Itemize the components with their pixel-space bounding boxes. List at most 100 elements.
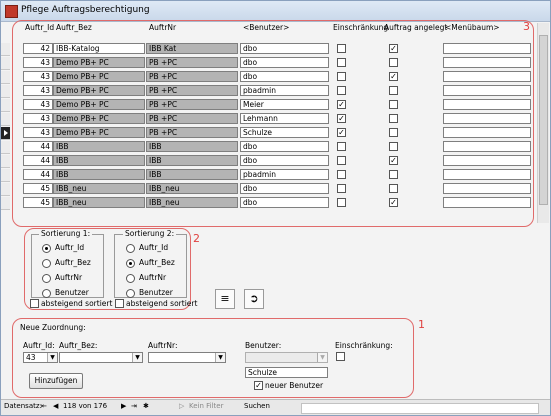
cell-auftr-bez[interactable]: IBB-Katalog <box>53 43 145 54</box>
cell-auftrnr[interactable]: PB +PC <box>146 113 238 124</box>
cell-benutzer[interactable]: dbo <box>240 155 329 166</box>
close-form-button[interactable]: ➲ <box>244 289 264 309</box>
row-selector[interactable] <box>1 127 10 140</box>
row-selector[interactable] <box>1 169 10 182</box>
cell-auftrnr[interactable]: PB +PC <box>146 99 238 110</box>
cell-auftr-id[interactable]: 43 <box>23 85 53 96</box>
cell-auftr-id[interactable]: 43 <box>23 71 53 82</box>
cell-auftrnr[interactable]: PB +PC <box>146 127 238 138</box>
sort2-radio[interactable] <box>126 244 135 253</box>
sort1-radio[interactable] <box>42 259 51 268</box>
cell-benutzer[interactable]: dbo <box>240 141 329 152</box>
sort1-radio[interactable] <box>42 289 51 298</box>
new-user-input[interactable]: Schulze <box>245 367 328 378</box>
cell-auftr-id[interactable]: 43 <box>23 127 53 138</box>
cell-auftr-id[interactable]: 43 <box>23 99 53 110</box>
cell-auftr-id[interactable]: 44 <box>23 155 53 166</box>
cell-angelegt-checkbox[interactable] <box>389 142 398 151</box>
cell-einschraenkung-checkbox[interactable] <box>337 72 346 81</box>
cell-auftr-bez[interactable]: Demo PB+ PC <box>53 85 145 96</box>
cell-angelegt-checkbox[interactable] <box>389 128 398 137</box>
cell-auftr-id[interactable]: 42 <box>23 43 53 54</box>
cell-angelegt-checkbox[interactable] <box>389 114 398 123</box>
filter-status[interactable]: Kein Filter <box>189 402 224 410</box>
next-record-icon[interactable]: ▶ <box>121 402 126 410</box>
row-selector[interactable] <box>1 85 10 98</box>
cell-einschraenkung-checkbox[interactable]: ✓ <box>337 128 346 137</box>
col-header-auftrag-angelegt[interactable]: Auftrag angelegt <box>384 23 447 32</box>
cell-angelegt-checkbox[interactable] <box>389 100 398 109</box>
row-selector[interactable] <box>1 113 10 126</box>
cell-menuebaum[interactable] <box>443 85 531 96</box>
cell-angelegt-checkbox[interactable]: ✓ <box>389 198 398 207</box>
cell-angelegt-checkbox[interactable] <box>389 58 398 67</box>
cell-menuebaum[interactable] <box>443 57 531 68</box>
cell-angelegt-checkbox[interactable]: ✓ <box>389 72 398 81</box>
cell-menuebaum[interactable] <box>443 127 531 138</box>
cell-auftr-bez[interactable]: Demo PB+ PC <box>53 71 145 82</box>
cell-auftrnr[interactable]: IBB_neu <box>146 183 238 194</box>
col-header-einschraenkung[interactable]: Einschränkung <box>333 23 388 32</box>
scrollbar-thumb[interactable] <box>539 35 548 205</box>
cell-benutzer[interactable]: dbo <box>240 197 329 208</box>
cell-menuebaum[interactable] <box>443 169 531 180</box>
cell-einschraenkung-checkbox[interactable] <box>337 44 346 53</box>
first-record-icon[interactable]: ⇤ <box>41 402 47 410</box>
cell-benutzer[interactable]: Schulze <box>240 127 329 138</box>
cell-einschraenkung-checkbox[interactable]: ✓ <box>337 114 346 123</box>
cell-menuebaum[interactable] <box>443 99 531 110</box>
auftr-bez-combo[interactable]: ▼ <box>59 352 143 363</box>
cell-auftr-bez[interactable]: IBB <box>53 169 145 180</box>
cell-benutzer[interactable]: pbadmin <box>240 169 329 180</box>
chevron-down-icon[interactable]: ▼ <box>47 353 57 362</box>
col-header-auftr-id[interactable]: Auftr_Id <box>25 23 54 32</box>
previous-record-icon[interactable]: ◀ <box>53 402 58 410</box>
cell-einschraenkung-checkbox[interactable] <box>337 156 346 165</box>
row-selector[interactable] <box>1 183 10 196</box>
col-header-benutzer[interactable]: <Benutzer> <box>243 23 289 32</box>
row-selector[interactable] <box>1 99 10 112</box>
cell-auftr-id[interactable]: 45 <box>23 183 53 194</box>
cell-auftr-id[interactable]: 45 <box>23 197 53 208</box>
cell-einschraenkung-checkbox[interactable] <box>337 184 346 193</box>
cell-auftrnr[interactable]: IBB_neu <box>146 197 238 208</box>
cell-auftr-bez[interactable]: IBB <box>53 141 145 152</box>
cell-menuebaum[interactable] <box>443 113 531 124</box>
chevron-down-icon[interactable]: ▼ <box>215 353 225 362</box>
grid-vertical-scrollbar[interactable] <box>537 23 549 223</box>
cell-menuebaum[interactable] <box>443 43 531 54</box>
cell-auftr-id[interactable]: 44 <box>23 141 53 152</box>
sort1-radio[interactable] <box>42 274 51 283</box>
export-list-button[interactable]: ≡ <box>215 289 235 309</box>
sort2-radio[interactable] <box>126 259 135 268</box>
cell-angelegt-checkbox[interactable]: ✓ <box>389 156 398 165</box>
cell-auftr-bez[interactable]: IBB_neu <box>53 197 145 208</box>
cell-menuebaum[interactable] <box>443 197 531 208</box>
filter-icon[interactable]: ▷ <box>179 402 184 410</box>
cell-einschraenkung-checkbox[interactable] <box>337 198 346 207</box>
cell-auftr-bez[interactable]: Demo PB+ PC <box>53 57 145 68</box>
cell-auftr-id[interactable]: 44 <box>23 169 53 180</box>
sort2-radio[interactable] <box>126 274 135 283</box>
cell-menuebaum[interactable] <box>443 71 531 82</box>
cell-benutzer[interactable]: Meier <box>240 99 329 110</box>
cell-auftr-bez[interactable]: Demo PB+ PC <box>53 127 145 138</box>
auftr-id-combo[interactable]: 43 ▼ <box>23 352 58 363</box>
new-user-checkbox[interactable]: ✓ <box>254 381 263 390</box>
row-selector[interactable] <box>1 197 10 210</box>
cell-einschraenkung-checkbox[interactable] <box>337 142 346 151</box>
add-button[interactable]: Hinzufügen <box>29 373 83 389</box>
cell-einschraenkung-checkbox[interactable] <box>337 58 346 67</box>
cell-menuebaum[interactable] <box>443 183 531 194</box>
cell-menuebaum[interactable] <box>443 141 531 152</box>
sort1-desc-checkbox[interactable] <box>30 299 39 308</box>
cell-auftrnr[interactable]: IBB <box>146 141 238 152</box>
sort2-desc-checkbox[interactable] <box>115 299 124 308</box>
cell-auftrnr[interactable]: IBB <box>146 155 238 166</box>
row-selector[interactable] <box>1 71 10 84</box>
cell-auftr-bez[interactable]: IBB <box>53 155 145 166</box>
cell-einschraenkung-checkbox[interactable] <box>337 86 346 95</box>
cell-angelegt-checkbox[interactable] <box>389 86 398 95</box>
row-selector[interactable] <box>1 141 10 154</box>
row-selector[interactable] <box>1 155 10 168</box>
